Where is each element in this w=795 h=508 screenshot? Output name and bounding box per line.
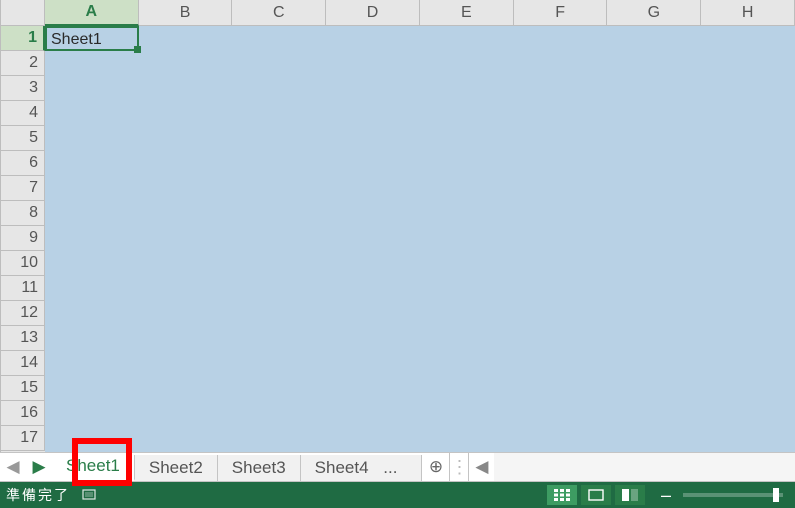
row-header-16[interactable]: 16 <box>1 401 45 426</box>
row-header-15[interactable]: 15 <box>1 376 45 401</box>
row-headers: 1 2 3 4 5 6 7 8 9 10 11 12 13 14 15 16 1… <box>1 26 45 452</box>
excel-window: A B C D E F G H 1 2 3 4 5 6 7 8 9 10 11 … <box>0 0 795 508</box>
row-header-11[interactable]: 11 <box>1 276 45 301</box>
column-headers: A B C D E F G H <box>1 0 795 26</box>
status-bar: 準備完了 – <box>0 482 795 508</box>
sheet-tab-4[interactable]: Sheet4 ... <box>301 455 423 481</box>
col-header-C[interactable]: C <box>232 0 326 26</box>
sheet-tab-2[interactable]: Sheet2 <box>135 455 218 481</box>
col-header-G[interactable]: G <box>607 0 701 26</box>
worksheet-area: A B C D E F G H 1 2 3 4 5 6 7 8 9 10 11 … <box>0 0 795 452</box>
hscroll-track[interactable] <box>494 453 795 481</box>
cell-canvas[interactable]: Sheet1 <box>45 26 795 452</box>
zoom-slider-track[interactable] <box>683 493 783 497</box>
tab-resize-handle[interactable]: ⋮ <box>450 453 468 481</box>
row-header-7[interactable]: 7 <box>1 176 45 201</box>
row-header-10[interactable]: 10 <box>1 251 45 276</box>
add-sheet-button[interactable]: ⊕ <box>422 453 450 481</box>
zoom-out-button[interactable]: – <box>661 485 671 506</box>
active-cell[interactable]: Sheet1 <box>45 26 139 51</box>
row-header-12[interactable]: 12 <box>1 301 45 326</box>
row-header-1[interactable]: 1 <box>1 26 45 51</box>
row-header-17[interactable]: 17 <box>1 426 45 451</box>
row-header-4[interactable]: 4 <box>1 101 45 126</box>
view-normal-button[interactable] <box>547 485 577 505</box>
row-header-13[interactable]: 13 <box>1 326 45 351</box>
macro-record-icon[interactable] <box>82 487 100 504</box>
col-header-B[interactable]: B <box>139 0 233 26</box>
tab-nav-next[interactable]: ▶ <box>26 453 52 481</box>
row-header-3[interactable]: 3 <box>1 76 45 101</box>
sheet-tab-3[interactable]: Sheet3 <box>218 455 301 481</box>
fill-handle[interactable] <box>134 46 141 53</box>
hscroll-left-button[interactable]: ◀ <box>468 453 494 481</box>
sheet-tab-strip: ◀ ▶ Sheet1 Sheet2 Sheet3 Sheet4 ... ⊕ ⋮ … <box>0 452 795 482</box>
status-ready-text: 準備完了 <box>6 485 70 505</box>
select-all-corner[interactable] <box>1 0 45 26</box>
more-sheets-ellipsis: ... <box>373 455 407 480</box>
grid-body: 1 2 3 4 5 6 7 8 9 10 11 12 13 14 15 16 1… <box>1 26 795 452</box>
row-header-9[interactable]: 9 <box>1 226 45 251</box>
row-header-5[interactable]: 5 <box>1 126 45 151</box>
row-header-6[interactable]: 6 <box>1 151 45 176</box>
view-page-break-button[interactable] <box>615 485 645 505</box>
col-header-E[interactable]: E <box>420 0 514 26</box>
sheet-tabs: Sheet1 Sheet2 Sheet3 Sheet4 ... <box>52 453 422 481</box>
col-header-F[interactable]: F <box>514 0 608 26</box>
col-header-H[interactable]: H <box>701 0 795 26</box>
zoom-slider-thumb[interactable] <box>773 488 779 502</box>
row-header-2[interactable]: 2 <box>1 51 45 76</box>
sheet-tab-1[interactable]: Sheet1 <box>52 455 135 481</box>
active-cell-value: Sheet1 <box>51 31 102 48</box>
tab-nav-prev[interactable]: ◀ <box>0 453 26 481</box>
row-header-14[interactable]: 14 <box>1 351 45 376</box>
col-header-D[interactable]: D <box>326 0 420 26</box>
sheet-tab-4-label: Sheet4 <box>315 458 369 477</box>
col-header-A[interactable]: A <box>45 0 139 26</box>
row-header-8[interactable]: 8 <box>1 201 45 226</box>
view-page-layout-button[interactable] <box>581 485 611 505</box>
